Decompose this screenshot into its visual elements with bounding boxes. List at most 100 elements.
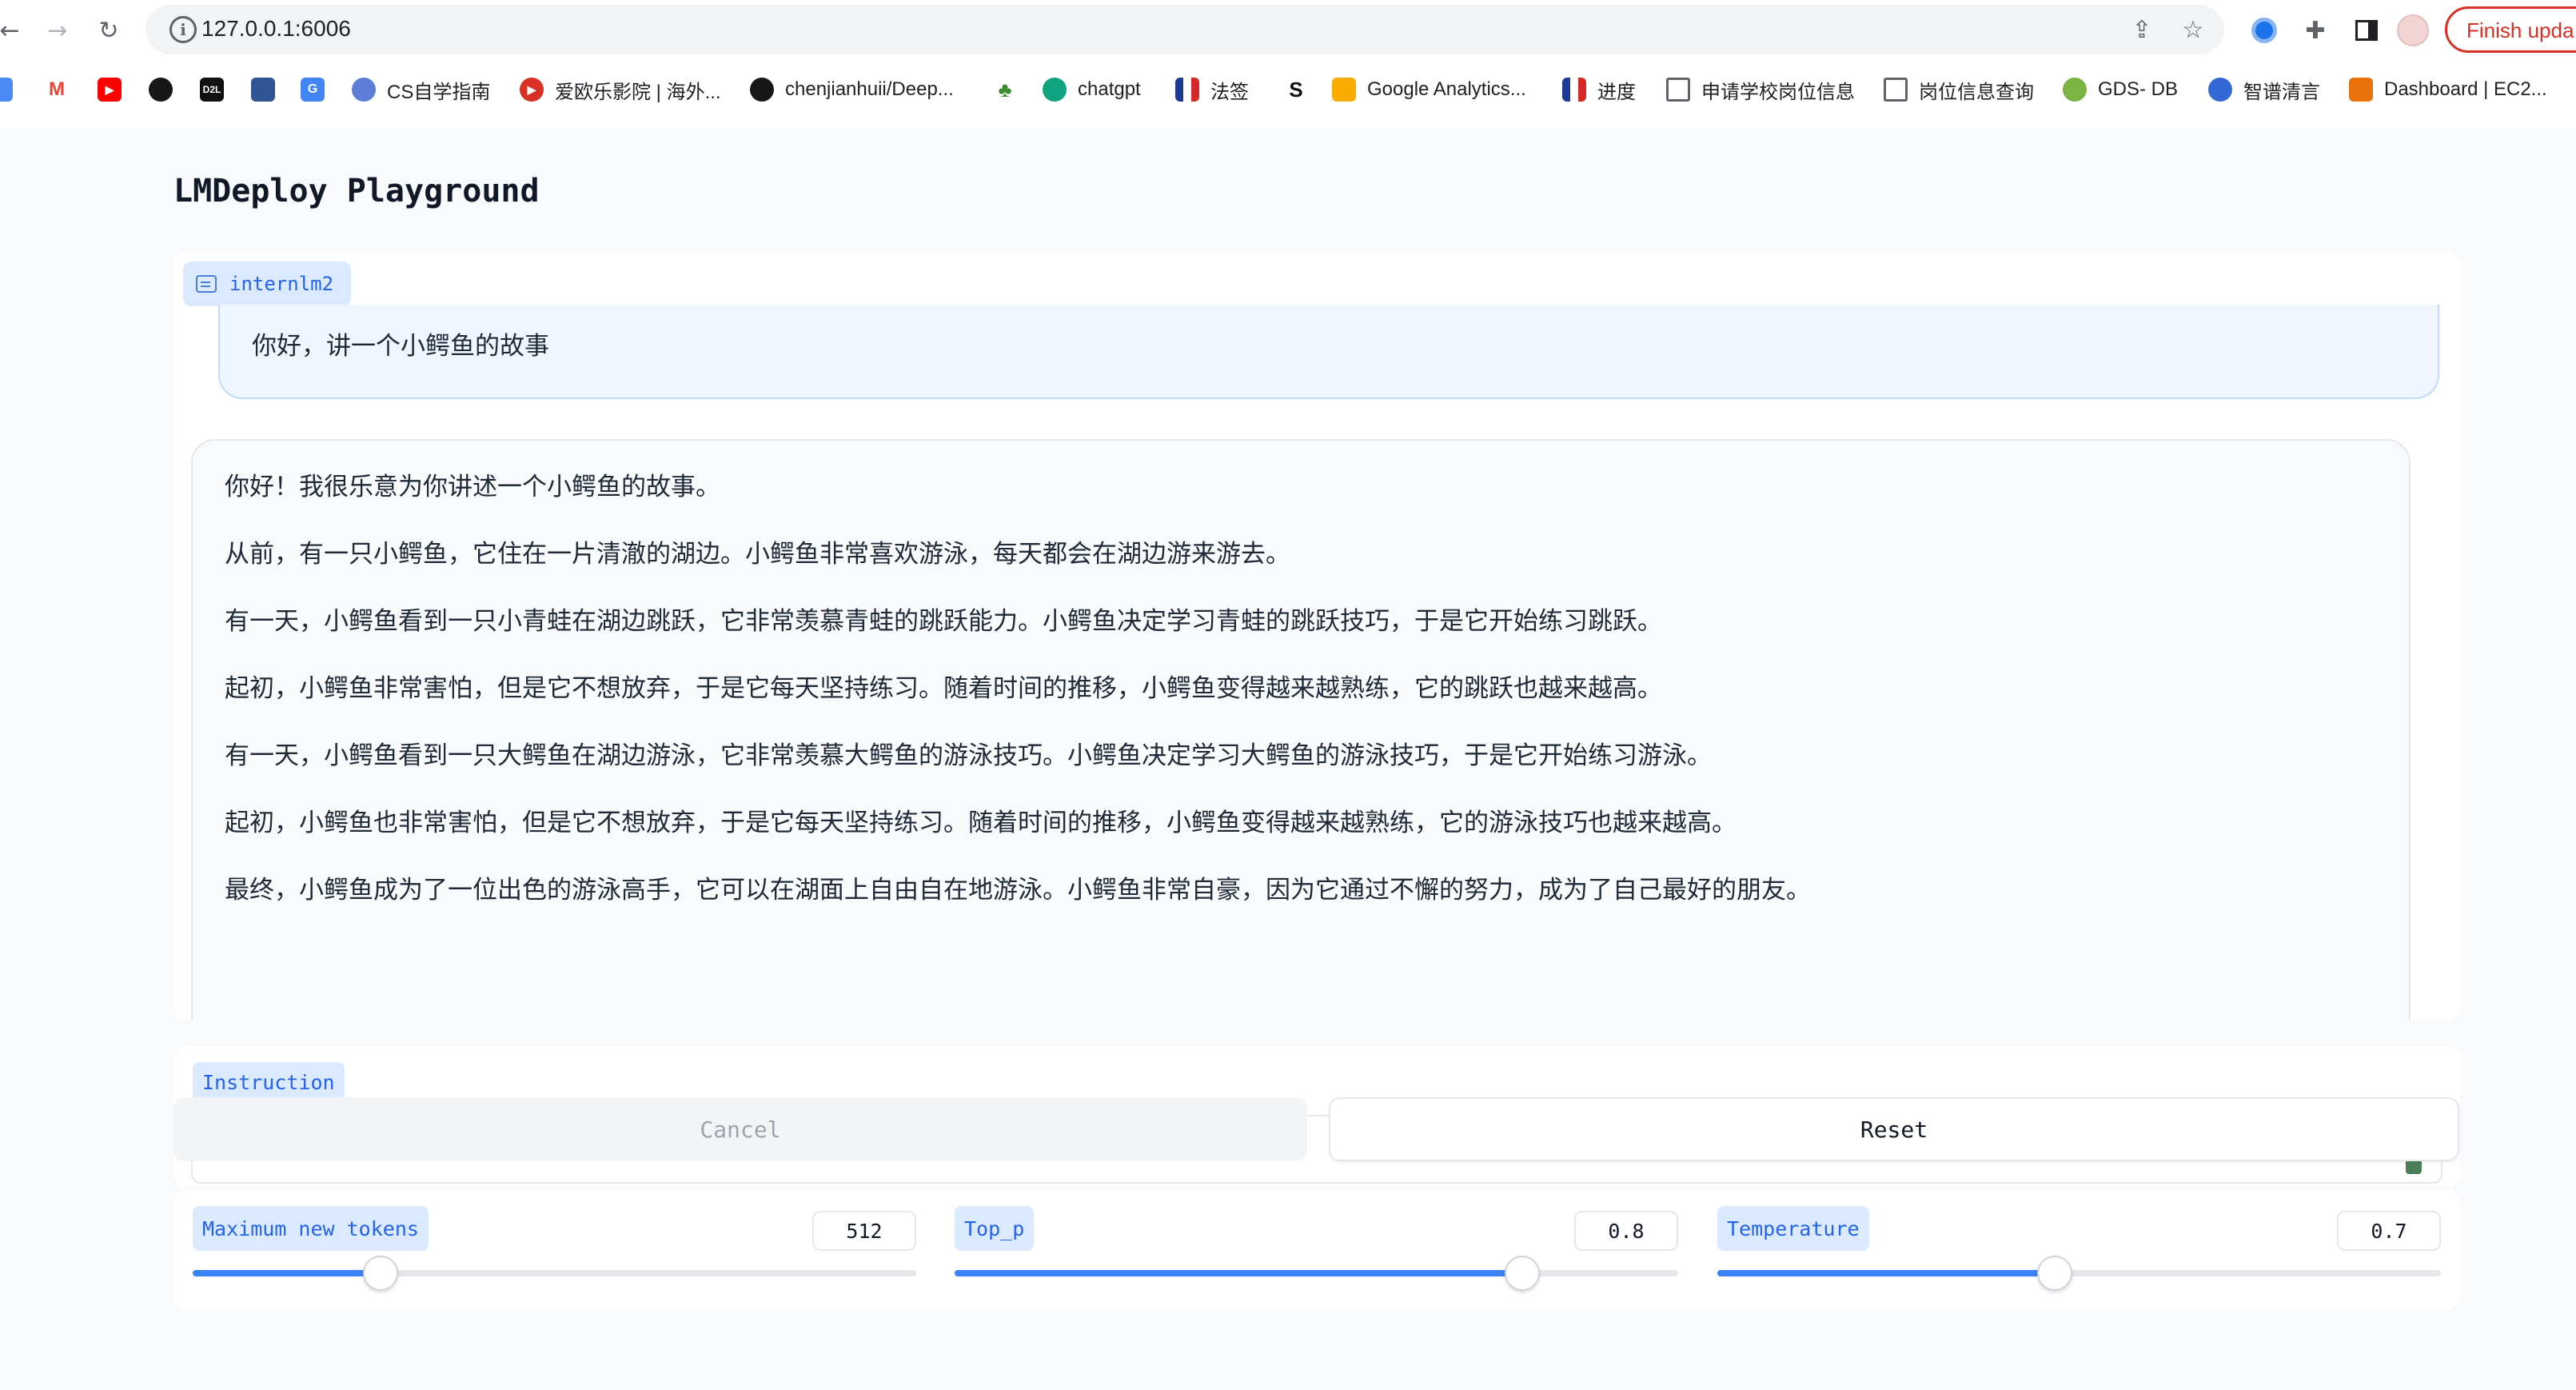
zhipu-icon	[2208, 78, 2232, 102]
bookmark-translate[interactable]: G	[301, 70, 336, 109]
bot-paragraph: 你好！我很乐意为你讲述一个小鳄鱼的故事。	[225, 473, 720, 501]
chatgpt-icon	[1043, 78, 1067, 102]
slider-value-input[interactable]: 0.8	[1574, 1211, 1678, 1251]
bookmark-item[interactable]: chenjianhuii/Deep...	[750, 70, 954, 109]
bookmark-item[interactable]: 进度	[1562, 70, 1636, 109]
extensions-puzzle-icon[interactable]: ✚	[2299, 14, 2331, 46]
play-circle-icon: ▶	[520, 78, 544, 102]
back-arrow-icon[interactable]: ←	[0, 14, 26, 46]
bookmark-label: GDS- DB	[2098, 78, 2179, 100]
slider-thumb[interactable]	[2036, 1256, 2072, 1291]
bookmark-folder[interactable]: 申请学校岗位信息	[1666, 70, 1855, 109]
github-icon	[750, 78, 774, 102]
url-text[interactable]: 127.0.0.1:6006	[201, 16, 351, 42]
cancel-button[interactable]: Cancel	[173, 1097, 1307, 1161]
bookmark-item[interactable]: ▶ 爱欧乐影院 | 海外...	[520, 70, 721, 109]
folder-icon	[1884, 78, 1908, 102]
aws-icon	[2349, 78, 2373, 102]
chatbot-panel[interactable]: internlm2 你好，讲一个小鳄鱼的故事 你好！我很乐意为你讲述一个小鳄鱼的…	[173, 252, 2460, 1020]
finish-update-button[interactable]: Finish upda	[2445, 6, 2576, 53]
cube-icon	[352, 78, 376, 102]
slider-thumb[interactable]	[363, 1256, 399, 1291]
slider-track[interactable]	[955, 1256, 1678, 1291]
bookmark-shield[interactable]	[251, 70, 286, 109]
bot-message: 你好！我很乐意为你讲述一个小鳄鱼的故事。 从前，有一只小鳄鱼，它住在一片清澈的湖…	[191, 439, 2411, 1020]
slider-value-input[interactable]: 512	[812, 1211, 916, 1251]
share-icon[interactable]: ⇪	[2128, 16, 2155, 44]
bookmark-item[interactable]: CS自学指南	[352, 70, 490, 109]
bookmark-leaf[interactable]: ♣	[993, 70, 1028, 109]
bookmark-gmail[interactable]: M	[45, 70, 80, 109]
bookmark-label: CS自学指南	[387, 81, 491, 103]
bookmark-label: Dashboard | EC2...	[2384, 78, 2547, 100]
bookmark-d2l[interactable]: D2L	[200, 70, 235, 109]
slider-track[interactable]	[1717, 1256, 2441, 1291]
page-title: LMDeploy Playground	[173, 173, 540, 210]
reload-icon[interactable]: ↻	[93, 14, 125, 46]
shield-icon	[251, 78, 275, 102]
bookmark-youtube[interactable]: ▶	[98, 70, 133, 109]
bookmark-label: 申请学校岗位信息	[1701, 81, 1855, 103]
bookmark-label: 爱欧乐影院 | 海外...	[555, 81, 721, 103]
slider-label: Top_p	[955, 1206, 1035, 1251]
slider-fill	[193, 1270, 381, 1276]
flag-icon	[1562, 78, 1586, 102]
bookmark-github[interactable]	[149, 70, 184, 109]
parameters-panel: Maximum new tokens 512 Top_p 0.8 Tempera…	[173, 1190, 2460, 1310]
bookmark-label: 进度	[1597, 81, 1636, 103]
site-info-icon[interactable]: i	[169, 16, 197, 43]
chatbot-label: internlm2	[183, 262, 352, 306]
bookmark-item[interactable]: 法签	[1175, 70, 1249, 109]
slider-label: Temperature	[1717, 1206, 1869, 1251]
bookmark-label: 法签	[1210, 81, 1249, 103]
slider-value-input[interactable]: 0.7	[2337, 1211, 2441, 1251]
gds-icon	[2063, 78, 2087, 102]
forward-arrow-icon[interactable]: →	[42, 14, 74, 46]
instruction-label: Instruction	[193, 1062, 345, 1102]
avatar[interactable]	[2397, 14, 2429, 46]
bookmark-folder[interactable]: 岗位信息查询	[1884, 70, 2034, 109]
slider-thumb[interactable]	[1505, 1256, 1541, 1291]
bookmark-item[interactable]: Dashboard | EC2...	[2349, 70, 2547, 109]
bot-paragraph: 起初，小鳄鱼也非常害怕，但是它不想放弃，于是它每天坚持练习。随着时间的推移，小鳄…	[225, 809, 1737, 837]
address-bar[interactable]: i 127.0.0.1:6006 ⇪ ☆	[146, 5, 2224, 54]
bookmark-label: 岗位信息查询	[1919, 81, 2034, 103]
bookmark-s[interactable]: S	[1284, 70, 1319, 109]
model-name: internlm2	[229, 273, 334, 295]
calendar-icon	[0, 78, 13, 102]
analytics-icon	[1332, 78, 1356, 102]
chrome-profile-sync-icon[interactable]	[2248, 14, 2280, 46]
bookmark-label: 智谱清言	[2243, 81, 2320, 103]
s-icon: S	[1284, 78, 1308, 102]
bookmark-item[interactable]: chatgpt	[1043, 70, 1141, 109]
bot-paragraph: 有一天，小鳄鱼看到一只小青蛙在湖边跳跃，它非常羡慕青蛙的跳跃能力。小鳄鱼决定学习…	[225, 607, 1662, 636]
bookmark-item[interactable]: Google Analytics...	[1332, 70, 1526, 109]
d2l-icon: D2L	[200, 78, 224, 102]
github-icon	[149, 78, 173, 102]
slider-label: Maximum new tokens	[193, 1206, 429, 1251]
bookmark-label: chatgpt	[1078, 78, 1141, 100]
flag-icon	[1175, 78, 1199, 102]
bookmark-item[interactable]: 智谱清言	[2208, 70, 2320, 109]
translate-icon: G	[301, 78, 325, 102]
side-panel-icon[interactable]	[2351, 14, 2383, 46]
top-p-slider-group: Top_p 0.8	[955, 1206, 1678, 1302]
bookmark-item[interactable]: GDS- DB	[2063, 70, 2178, 109]
folder-icon	[1666, 78, 1690, 102]
bookmark-label: Google Analytics...	[1367, 78, 1526, 100]
max-new-tokens-slider-group: Maximum new tokens 512	[193, 1206, 916, 1302]
slider-track[interactable]	[193, 1256, 916, 1291]
bot-paragraph: 起初，小鳄鱼非常害怕，但是它不想放弃，于是它每天坚持练习。随着时间的推移，小鳄鱼…	[225, 674, 1662, 703]
slider-fill	[1717, 1270, 2055, 1276]
gmail-icon: M	[45, 78, 69, 102]
playground-app: LMDeploy Playground internlm2 你好，讲一个小鳄鱼的…	[0, 128, 2576, 1390]
slider-fill	[955, 1270, 1523, 1276]
bot-paragraph: 从前，有一只小鳄鱼，它住在一片清澈的湖边。小鳄鱼非常喜欢游泳，每天都会在湖边游来…	[225, 540, 1290, 569]
bookmark-label: chenjianhuii/Deep...	[785, 78, 954, 100]
bookmark-calendar[interactable]	[0, 70, 24, 109]
leaf-icon: ♣	[993, 78, 1017, 102]
browser-toolbar: ← → ↻ i 127.0.0.1:6006 ⇪ ☆ ✚ Finish upda…	[0, 0, 2576, 128]
reset-button[interactable]: Reset	[1329, 1097, 2459, 1161]
bookmark-star-icon[interactable]: ☆	[2179, 16, 2207, 44]
chat-bubble-icon	[196, 275, 217, 293]
